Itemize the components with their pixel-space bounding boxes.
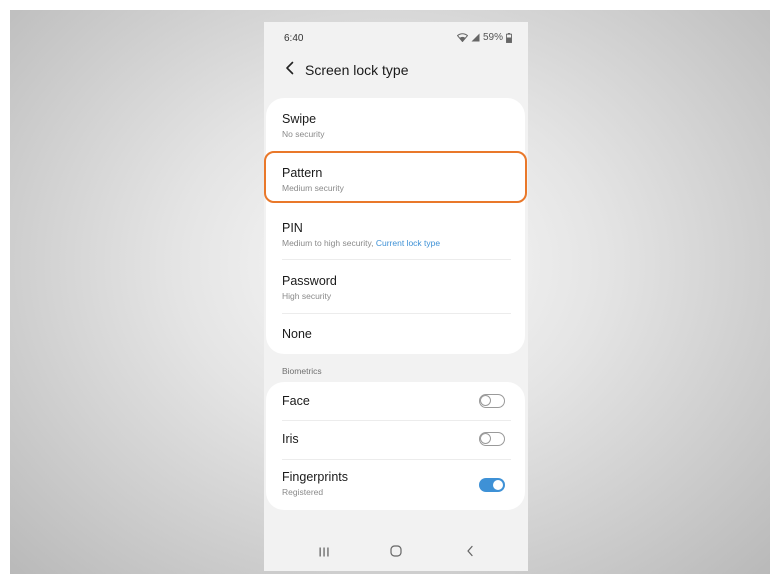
status-icons: 59%: [456, 32, 512, 43]
app-header: Screen lock type: [264, 52, 528, 92]
fingerprints-toggle[interactable]: [479, 478, 505, 492]
lock-option-pin[interactable]: PIN Medium to high security, Current loc…: [266, 205, 525, 260]
home-icon: [390, 544, 402, 562]
nav-back-button[interactable]: [458, 543, 482, 563]
status-bar: 6:40 59%: [264, 22, 528, 52]
wifi-icon: [456, 33, 468, 42]
biometric-fingerprints[interactable]: Fingerprints Registered: [266, 460, 525, 510]
option-title: None: [282, 327, 312, 341]
signal-icon: [471, 33, 480, 42]
biometric-subtitle: Registered: [282, 487, 324, 497]
battery-icon: [506, 32, 512, 43]
lock-option-pattern[interactable]: Pattern Medium security: [266, 150, 525, 205]
biometric-title: Face: [282, 394, 310, 408]
status-time: 6:40: [284, 33, 304, 44]
biometric-face[interactable]: Face: [266, 382, 525, 420]
nav-back-icon: [466, 544, 474, 562]
option-subtitle: High security: [282, 291, 332, 301]
toggle-knob: [480, 395, 491, 407]
option-title: Pattern: [282, 166, 323, 180]
option-subtitle: Medium to high security, Current lock ty…: [282, 238, 440, 248]
face-toggle[interactable]: [479, 394, 505, 408]
biometric-title: Fingerprints: [282, 470, 348, 484]
current-lock-type-label: Current lock type: [375, 238, 441, 248]
option-title: Swipe: [282, 112, 317, 126]
option-subtitle: Medium security: [282, 183, 344, 193]
toggle-knob: [493, 480, 503, 490]
biometric-title: Iris: [282, 432, 299, 446]
home-button[interactable]: [384, 543, 408, 563]
lock-option-none[interactable]: None: [266, 314, 525, 354]
iris-toggle[interactable]: [479, 432, 505, 446]
lock-option-password[interactable]: Password High security: [266, 260, 525, 314]
option-subtitle: No security: [282, 129, 325, 139]
option-subtitle-text: Medium to high security,: [282, 238, 376, 248]
biometrics-section-label: Biometrics: [282, 366, 322, 376]
lock-type-list: Swipe No security Pattern Medium securit…: [266, 98, 525, 354]
recent-apps-icon: [318, 544, 330, 562]
recent-apps-button[interactable]: [312, 543, 336, 563]
biometrics-list: Face Iris Fingerprints Registered: [266, 382, 525, 510]
option-title: Password: [282, 274, 337, 288]
biometric-iris[interactable]: Iris: [266, 421, 525, 459]
phone-screen: 6:40 59% Screen lock type Swipe No secur…: [264, 22, 528, 571]
back-button[interactable]: [278, 58, 302, 82]
toggle-knob: [480, 433, 491, 445]
navigation-bar: [264, 537, 528, 571]
battery-percent: 59%: [482, 32, 503, 43]
back-arrow-icon: [285, 61, 295, 80]
lock-option-swipe[interactable]: Swipe No security: [266, 98, 525, 150]
page-title: Screen lock type: [305, 62, 409, 78]
option-title: PIN: [282, 221, 303, 235]
